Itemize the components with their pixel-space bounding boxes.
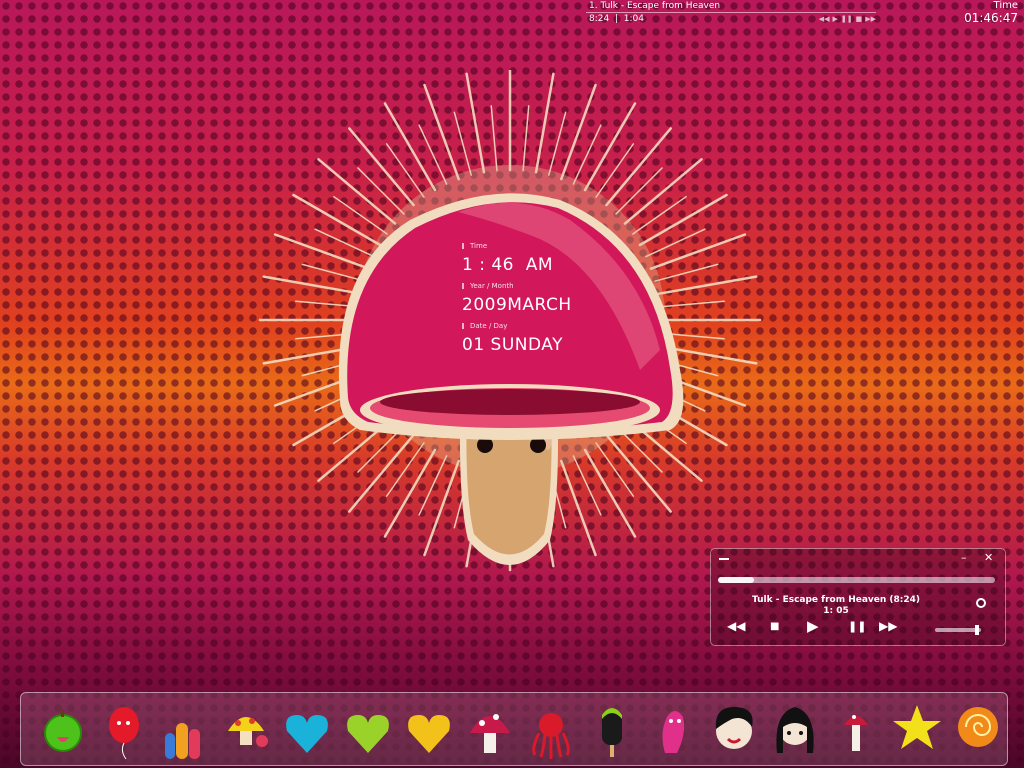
now-playing-bar: 1. Tulk - Escape from Heaven 8:24 | 1:04…	[586, 0, 882, 26]
red-balloon-icon[interactable]	[94, 693, 154, 763]
sunburst-ray	[262, 275, 364, 296]
yellow-mushroom-icon[interactable]	[216, 693, 276, 763]
minimize-icon[interactable]: –	[961, 551, 967, 564]
sunburst-ray	[333, 195, 388, 235]
time-value: 1 : 46 AM	[462, 255, 554, 275]
time-label-row: Time	[462, 240, 572, 252]
sunburst-ray	[595, 143, 635, 198]
time-marker-icon	[462, 243, 464, 249]
sunburst-ray	[658, 300, 725, 308]
cyan-heart-icon[interactable]	[277, 693, 337, 763]
year-label: Year / Month	[470, 282, 514, 290]
date-day-value: 01 SUNDAY	[462, 335, 563, 355]
play-icon[interactable]: ▶	[807, 617, 819, 635]
sunburst-ray	[632, 195, 687, 235]
date-label-row: Date / Day	[462, 320, 572, 332]
yellow-heart-icon[interactable]	[399, 693, 459, 763]
sunburst-ray	[615, 167, 663, 215]
sunburst-ray	[465, 72, 486, 174]
now-playing-title: 1. Tulk - Escape from Heaven	[589, 1, 721, 11]
player-track-title: Tulk - Escape from Heaven (8:24)	[751, 595, 921, 605]
sunburst-ray	[273, 233, 371, 270]
mini-stop-icon[interactable]: ■	[856, 15, 863, 23]
sunburst-ray	[649, 233, 747, 270]
sunburst-ray	[357, 167, 405, 215]
date-marker-icon	[462, 323, 464, 329]
media-player: – ✕ Tulk - Escape from Heaven (8:24) 1: …	[710, 548, 1006, 646]
red-mushroom-icon[interactable]	[460, 693, 520, 763]
sunburst-ray	[423, 459, 460, 557]
mini-prev-icon[interactable]: ◀◀	[819, 15, 830, 23]
emo-girl-icon[interactable]	[765, 693, 825, 763]
sunburst-ray	[522, 105, 530, 172]
emo-boy-icon[interactable]	[704, 693, 764, 763]
seek-bar[interactable]	[718, 577, 995, 583]
sunburst-ray	[560, 459, 597, 557]
stop-icon[interactable]: ■	[770, 621, 779, 632]
sunburst-ray	[534, 72, 555, 174]
year-label-row: Year / Month	[462, 280, 572, 292]
yellow-star-icon[interactable]	[887, 693, 947, 763]
mini-play-icon[interactable]: ▶	[832, 15, 837, 23]
rewind-icon[interactable]: ◀◀	[727, 619, 745, 633]
volume-knob[interactable]	[975, 625, 979, 635]
sunburst-ray	[423, 83, 460, 181]
now-playing-total: 8:24	[589, 14, 610, 24]
now-playing-times: 8:24 | 1:04	[589, 14, 644, 24]
fast-forward-icon[interactable]: ▶▶	[879, 619, 897, 633]
sunburst-ray	[595, 442, 635, 497]
close-icon[interactable]: ✕	[984, 551, 993, 564]
sunburst-ray	[548, 111, 567, 176]
date-label: Date / Day	[470, 322, 508, 330]
options-ring-icon[interactable]	[976, 598, 986, 608]
sunburst-ray	[301, 263, 366, 282]
year-marker-icon	[462, 283, 464, 289]
candy-bars-icon[interactable]	[155, 693, 215, 763]
pink-worm-icon[interactable]	[643, 693, 703, 763]
mini-controls: ◀◀ ▶ ❚❚ ■ ▶▶	[819, 15, 876, 23]
small-mushroom-icon[interactable]	[826, 693, 886, 763]
lollipop-icon[interactable]	[948, 693, 1008, 763]
red-octopus-icon[interactable]	[521, 693, 581, 763]
green-apple-icon[interactable]	[33, 693, 93, 763]
sunburst-ray	[453, 111, 472, 176]
mini-pause-icon[interactable]: ❚❚	[841, 15, 853, 23]
sunburst-ray	[385, 442, 425, 497]
seek-fill	[718, 577, 754, 583]
pause-icon[interactable]: ❚❚	[848, 620, 866, 633]
now-playing-elapsed: 1:04	[623, 14, 644, 24]
sunburst-ray	[490, 105, 498, 172]
year-month-value: 2009MARCH	[462, 295, 572, 315]
volume-slider[interactable]	[935, 625, 981, 635]
sunburst-ray	[385, 143, 425, 198]
clock-widget: Time 1 : 46 AM Year / Month 2009MARCH Da…	[462, 240, 572, 360]
sunburst-ray	[654, 263, 719, 282]
icon-dock	[20, 692, 1008, 766]
top-clock: Time 01:46:47	[964, 0, 1018, 24]
popsicle-icon[interactable]	[582, 693, 642, 763]
now-playing-progress[interactable]	[586, 12, 876, 13]
sunburst-ray	[656, 275, 758, 296]
sunburst-ray	[560, 83, 597, 181]
time-separator: |	[614, 14, 618, 24]
mini-next-icon[interactable]: ▶▶	[865, 15, 876, 23]
green-heart-icon[interactable]	[338, 693, 398, 763]
player-menu-icon[interactable]	[719, 558, 729, 560]
top-clock-time: 01:46:47	[964, 11, 1018, 25]
player-elapsed-time: 1: 05	[823, 606, 849, 616]
time-label: Time	[470, 242, 488, 250]
